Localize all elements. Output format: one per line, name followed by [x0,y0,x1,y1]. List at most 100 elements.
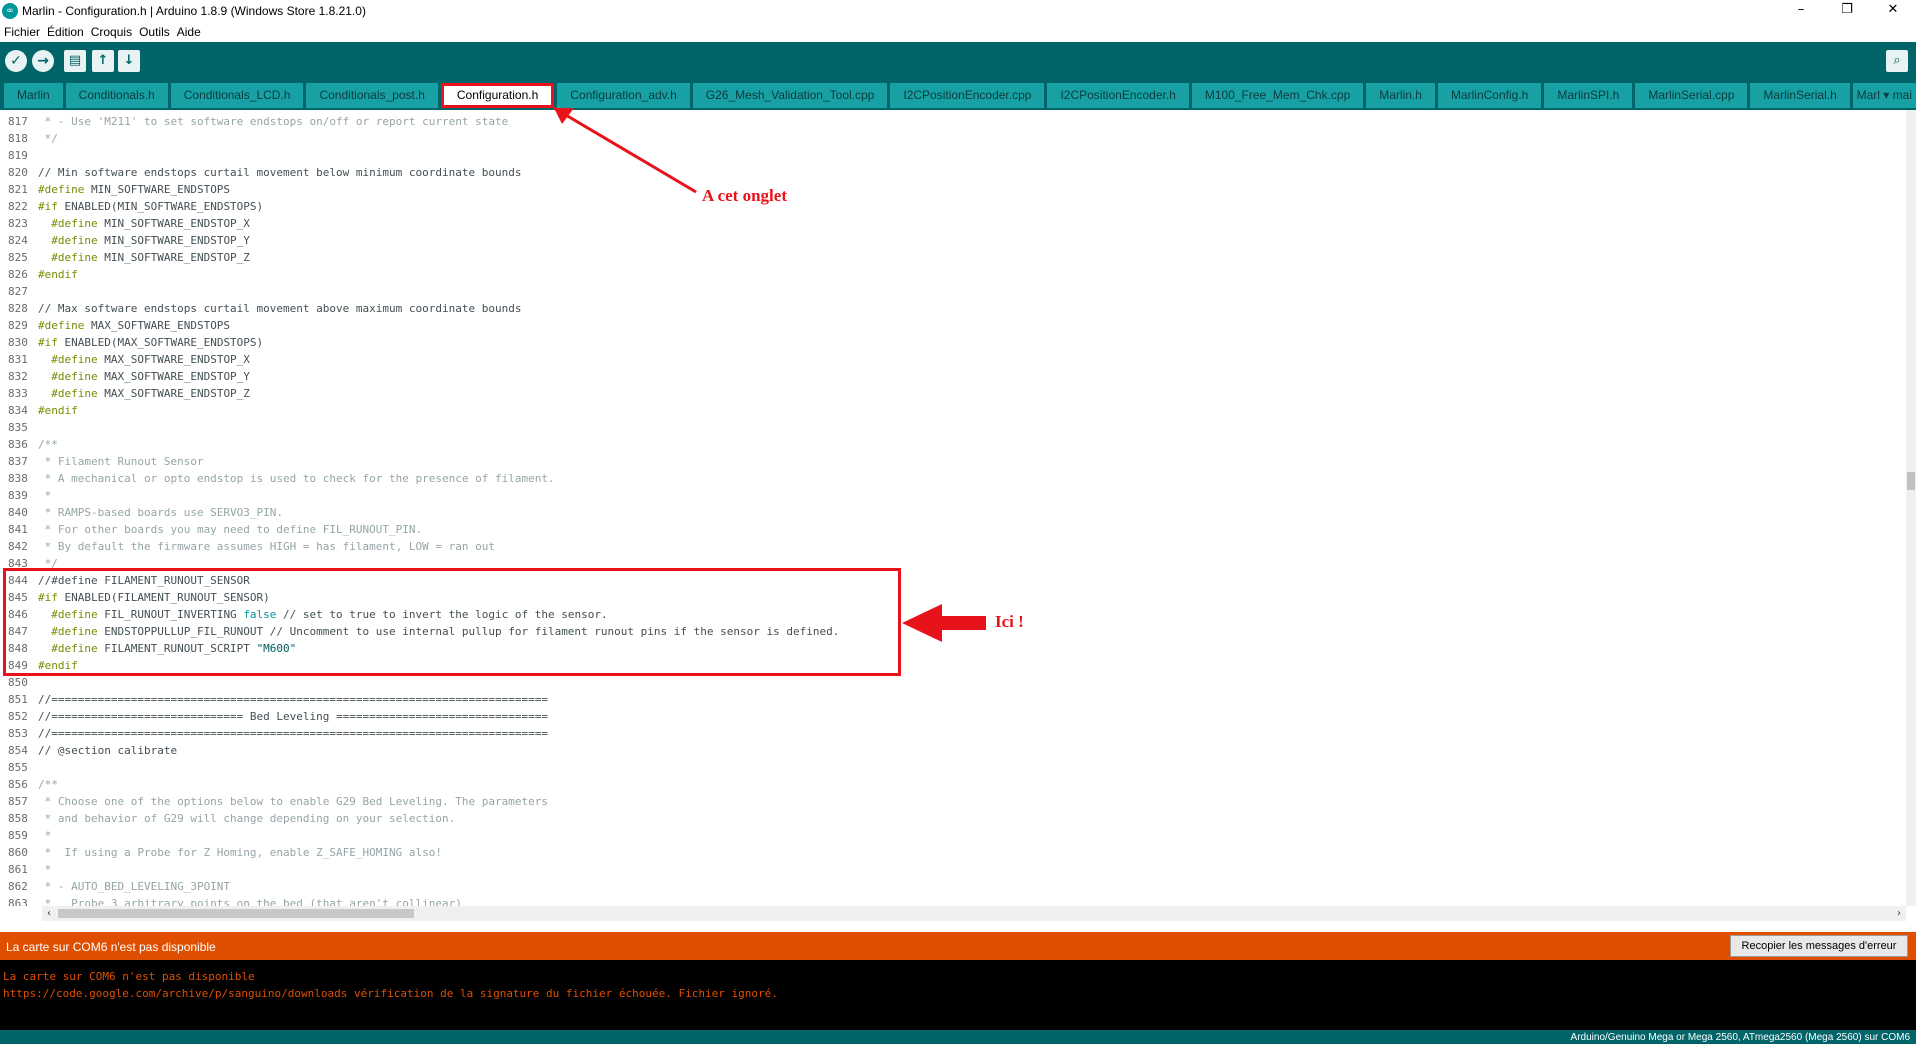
code-text: * - Use 'M211' to set software endstops … [38,115,509,128]
tab-bar: Marlin Conditionals.h Conditionals_LCD.h Co… [0,80,1916,110]
window-controls: – ❐ ✕ [1778,0,1916,22]
preprocessor-directive: #define [51,251,98,264]
line-number: 854 [8,744,28,757]
copy-error-messages-button[interactable]: Recopier les messages d'erreur [1730,935,1908,957]
preprocessor-directive: #define [51,353,98,366]
scroll-left-icon[interactable]: ‹ [42,906,56,921]
menu-bar: Fichier Édition Croquis Outils Aide [0,22,1916,42]
line-number: 852 [8,710,28,723]
verify-icon[interactable]: ✓ [5,50,27,72]
code-line: 839 * [0,487,1900,504]
code-line: 823 #define MIN_SOFTWARE_ENDSTOP_X [0,215,1900,232]
tab-conditionals-post-h[interactable]: Conditionals_post.h [306,83,438,108]
line-number: 839 [8,489,28,502]
maximize-button[interactable]: ❐ [1824,0,1870,22]
tab-configuration-adv-h[interactable]: Configuration_adv.h [557,83,690,108]
line-number: 853 [8,727,28,740]
code-line: 852 //============================= Bed L… [0,708,1900,725]
code-line: 854 // @section calibrate [0,742,1900,759]
code-line: 861 * [0,861,1900,878]
horizontal-scroll-thumb[interactable] [58,909,414,918]
board-status-bar: Arduino/Genuino Mega or Mega 2560, ATmeg… [0,1030,1916,1044]
code-line: 859 * [0,827,1900,844]
code-line: 842 * By default the firmware assumes HI… [0,538,1900,555]
open-file-icon[interactable]: ↑ [92,50,114,72]
tab-overflow-menu[interactable]: Marl ▾ mai [1852,83,1916,108]
line-number: 834 [8,404,28,417]
close-button[interactable]: ✕ [1870,0,1916,22]
menu-edition[interactable]: Édition [47,22,88,42]
code-line: 853 //===================================… [0,725,1900,742]
tab-marlinspi-h[interactable]: MarlinSPI.h [1544,83,1633,108]
line-number: 832 [8,370,28,383]
line-number: 830 [8,336,28,349]
scroll-right-icon[interactable]: › [1892,906,1906,921]
code-line: 819 [0,147,1900,164]
menu-croquis[interactable]: Croquis [91,22,136,42]
vertical-scroll-thumb[interactable] [1907,472,1915,490]
code-line: 830 #if ENABLED(MAX_SOFTWARE_ENDSTOPS) [0,334,1900,351]
code-text: //============================= Bed Leve… [38,710,548,723]
preprocessor-directive: #endif [38,404,78,417]
line-number: 824 [8,234,28,247]
tab-g26-mesh-validation-tool-cpp[interactable]: G26_Mesh_Validation_Tool.cpp [692,83,888,108]
preprocessor-directive: #if [38,200,58,213]
code-line: 822 #if ENABLED(MIN_SOFTWARE_ENDSTOPS) [0,198,1900,215]
code-line: 860 * If using a Probe for Z Homing, ena… [0,844,1900,861]
upload-icon[interactable]: → [32,50,54,72]
tab-marlinconfig-h[interactable]: MarlinConfig.h [1437,83,1542,108]
new-file-icon[interactable]: ▤ [64,50,86,72]
code-text: /** [38,778,58,791]
line-number: 841 [8,523,28,536]
horizontal-scrollbar[interactable]: ‹ › [42,906,1906,921]
line-number: 858 [8,812,28,825]
tab-conditionals-lcd-h[interactable]: Conditionals_LCD.h [170,83,304,108]
code-editor[interactable]: 817 * - Use 'M211' to set software endst… [0,110,1906,906]
tab-marlinserial-h[interactable]: MarlinSerial.h [1750,83,1850,108]
toolbar: ✓ → ▤ ↑ ↓ ⌕ [0,42,1916,80]
code-text: /** [38,438,58,451]
line-number: 860 [8,846,28,859]
code-line: 835 [0,419,1900,436]
menu-outils[interactable]: Outils [139,22,174,42]
code-text: */ [38,132,58,145]
line-number: 862 [8,880,28,893]
line-number: 855 [8,761,28,774]
code-text: MIN_SOFTWARE_ENDSTOP_Y [97,234,250,247]
tab-configuration-h[interactable]: Configuration.h [440,83,555,108]
preprocessor-directive: #define [38,183,85,196]
code-text: * Filament Runout Sensor [38,455,204,468]
code-line: 821 #define MIN_SOFTWARE_ENDSTOPS [0,181,1900,198]
code-text: * By default the firmware assumes HIGH =… [38,540,495,553]
preprocessor-directive: #define [51,234,98,247]
code-line: 829 #define MAX_SOFTWARE_ENDSTOPS [0,317,1900,334]
code-text: * - AUTO_BED_LEVELING_3POINT [38,880,231,893]
vertical-scrollbar[interactable] [1906,110,1916,906]
serial-monitor-icon[interactable]: ⌕ [1886,50,1908,72]
code-text: * If using a Probe for Z Homing, enable … [38,846,442,859]
line-number: 835 [8,421,28,434]
code-text: // Min software endstops curtail movemen… [38,166,522,179]
line-number: 818 [8,132,28,145]
menu-fichier[interactable]: Fichier [4,22,44,42]
code-line: 836 /** [0,436,1900,453]
code-text: * [38,829,52,842]
code-line: 863 * Probe 3 arbitrary points on the be… [0,895,1900,906]
tab-marlinserial-cpp[interactable]: MarlinSerial.cpp [1635,83,1748,108]
tab-marlin-h[interactable]: Marlin.h [1366,83,1435,108]
menu-aide[interactable]: Aide [177,22,205,42]
tab-i2cpositionencoder-cpp[interactable]: I2CPositionEncoder.cpp [890,83,1045,108]
line-number: 857 [8,795,28,808]
tab-i2cpositionencoder-h[interactable]: I2CPositionEncoder.h [1047,83,1189,108]
tab-marlin[interactable]: Marlin [4,83,63,108]
tab-m100-free-mem-chk-cpp[interactable]: M100_Free_Mem_Chk.cpp [1191,83,1364,108]
line-number: 851 [8,693,28,706]
tab-conditionals-h[interactable]: Conditionals.h [65,83,168,108]
save-file-icon[interactable]: ↓ [118,50,140,72]
minimize-button[interactable]: – [1778,0,1824,22]
code-line: 828 // Max software endstops curtail move… [0,300,1900,317]
